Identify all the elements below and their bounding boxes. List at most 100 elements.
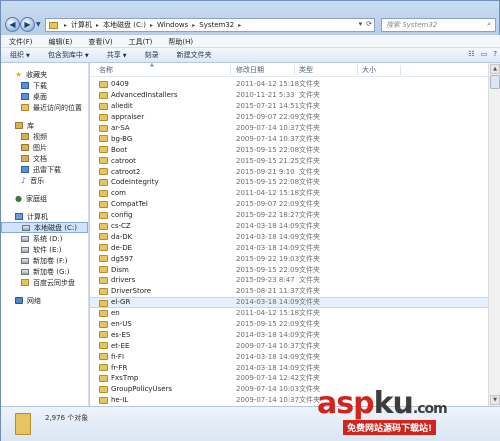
table-row[interactable]: FxsTmp 2009-07-14 12:42 文件夹 — [90, 373, 488, 384]
table-row[interactable]: DriverStore 2015-08-21 11:37 文件夹 — [90, 286, 488, 297]
sidebar-item-desktop[interactable]: 桌面 — [1, 91, 88, 102]
table-row[interactable]: de-DE 2014-03-18 14:09 文件夹 — [90, 242, 488, 253]
sidebar-label: 软件 (E:) — [33, 245, 62, 254]
file-type: 文件夹 — [299, 124, 320, 132]
table-row[interactable]: 0409 2011-04-12 15:18 文件夹 — [90, 79, 488, 90]
table-row[interactable]: Dism 2015-09-15 22:09 文件夹 — [90, 264, 488, 275]
column-divider[interactable] — [230, 65, 231, 75]
breadcrumb-windows[interactable]: Windows — [155, 21, 190, 29]
table-row[interactable]: fr-FR 2014-03-18 14:09 文件夹 — [90, 362, 488, 373]
file-date: 2014-03-18 14:09 — [236, 243, 300, 252]
video-library-icon — [21, 133, 29, 140]
breadcrumb-drive-c[interactable]: 本地磁盘 (C:) — [101, 20, 148, 30]
table-row[interactable]: es-ES 2014-03-18 14:09 文件夹 — [90, 329, 488, 340]
sidebar-item-music[interactable]: ♪ 音乐 — [1, 175, 88, 186]
table-row[interactable]: appraiser 2015-09-07 22:09 文件夹 — [90, 112, 488, 123]
sidebar-item-drive-d[interactable]: 系统 (D:) — [1, 233, 88, 244]
table-row[interactable]: ar-SA 2009-07-14 10:37 文件夹 — [90, 123, 488, 134]
scroll-down-arrow-icon[interactable]: ▼ — [490, 395, 500, 405]
sidebar-item-drive-c[interactable]: 本地磁盘 (C:) — [1, 222, 88, 233]
file-name: da-DK — [111, 232, 133, 241]
sidebar-item-xunlei[interactable]: 迅雷下载 — [1, 164, 88, 175]
preview-pane-icon[interactable]: ▭ — [481, 50, 488, 58]
column-date[interactable]: 修改日期 — [236, 65, 264, 75]
column-name[interactable]: 名称 — [99, 65, 113, 75]
table-row[interactable]: el-GR 2014-03-18 14:09 文件夹 — [90, 296, 488, 308]
sidebar-item-network[interactable]: 网络 — [1, 295, 88, 306]
search-input[interactable]: 搜索 System32 ⌕ — [381, 18, 496, 32]
table-row[interactable]: bg-BG 2009-07-14 10:37 文件夹 — [90, 133, 488, 144]
sidebar-item-baidu-sync[interactable]: 百度云同步盘 — [1, 277, 88, 288]
breadcrumb-system32[interactable]: System32 — [197, 21, 236, 29]
table-row[interactable]: da-DK 2014-03-18 14:09 文件夹 — [90, 231, 488, 242]
drive-icon — [21, 235, 29, 242]
file-type: 文件夹 — [299, 341, 320, 350]
table-row[interactable]: dg597 2015-09-22 19:03 文件夹 — [90, 253, 488, 264]
breadcrumb-computer[interactable]: 计算机 — [69, 20, 94, 30]
desktop-icon — [21, 93, 29, 100]
table-row[interactable]: catroot2 2015-09-21 9:10 文件夹 — [90, 166, 488, 177]
sidebar-item-homegroup[interactable]: ● 家庭组 — [1, 193, 88, 204]
column-divider[interactable] — [400, 65, 401, 75]
address-bar[interactable]: ▸ 计算机 ▸ 本地磁盘 (C:) ▸ Windows ▸ System32 ▸… — [45, 18, 375, 32]
menu-edit[interactable]: 编辑(E) — [41, 35, 81, 47]
sidebar-item-videos[interactable]: 视频 — [1, 131, 88, 142]
sidebar-label: 计算机 — [27, 212, 48, 221]
table-row[interactable]: drivers 2015-09-23 8:47 文件夹 — [90, 275, 488, 286]
menu-view[interactable]: 查看(V) — [80, 35, 120, 47]
file-date: 2009-07-14 12:42 — [236, 374, 300, 383]
refresh-icon[interactable]: ⟳ — [366, 20, 372, 28]
sidebar-label: 系统 (D:) — [33, 234, 63, 243]
sidebar-item-computer[interactable]: 计算机 — [1, 211, 88, 222]
table-row[interactable]: fi-FI 2014-03-18 14:09 文件夹 — [90, 351, 488, 362]
sidebar-item-documents[interactable]: 文档 — [1, 153, 88, 164]
sidebar-item-drive-g[interactable]: 新加卷 (G:) — [1, 266, 88, 277]
table-row[interactable]: AdvancedInstallers 2010-11-21 5:33 文件夹 — [90, 90, 488, 101]
share-button[interactable]: 共享 ▼ — [98, 50, 136, 60]
table-row[interactable]: aliedit 2015-07-21 14:51 文件夹 — [90, 101, 488, 112]
column-divider[interactable] — [357, 65, 358, 75]
scroll-up-arrow-icon[interactable]: ▲ — [490, 64, 500, 74]
folder-icon — [99, 266, 108, 274]
menu-file[interactable]: 文件(F) — [1, 35, 41, 47]
table-row[interactable]: com 2011-04-12 15:18 文件夹 — [90, 188, 488, 199]
table-row[interactable]: cs-CZ 2014-03-18 14:09 文件夹 — [90, 221, 488, 232]
sidebar-item-favorites[interactable]: ★ 收藏夹 — [1, 69, 88, 80]
menu-help[interactable]: 帮助(H) — [160, 35, 201, 47]
back-button[interactable]: ◀ — [5, 17, 20, 32]
address-dropdown-icon[interactable]: ▾ — [359, 20, 363, 28]
sidebar-item-downloads[interactable]: 下载 — [1, 80, 88, 91]
burn-button[interactable]: 刻录 — [136, 50, 168, 60]
file-type: 文件夹 — [299, 145, 320, 154]
column-size[interactable]: 大小 — [362, 65, 376, 75]
table-row[interactable]: et-EE 2009-07-14 10:37 文件夹 — [90, 340, 488, 351]
sidebar-item-drive-e[interactable]: 软件 (E:) — [1, 244, 88, 255]
include-in-library-button[interactable]: 包含到库中 ▼ — [39, 50, 98, 60]
table-row[interactable]: Boot 2015-09-15 22:08 文件夹 — [90, 144, 488, 155]
vertical-scrollbar[interactable]: ▲ ▼ — [488, 63, 500, 406]
table-row[interactable]: config 2015-09-22 18:27 文件夹 — [90, 210, 488, 221]
file-type: 文件夹 — [299, 254, 320, 263]
column-divider[interactable] — [294, 65, 295, 75]
view-options-icon[interactable]: ☷ — [468, 50, 474, 58]
table-row[interactable]: catroot 2015-09-15 21:25 文件夹 — [90, 155, 488, 166]
table-row[interactable]: en 2011-04-12 15:18 文件夹 — [90, 308, 488, 319]
sidebar-item-pictures[interactable]: 图片 — [1, 142, 88, 153]
column-type[interactable]: 类型 — [299, 65, 313, 75]
sidebar-item-drive-f[interactable]: 新加卷 (F:) — [1, 255, 88, 266]
folder-icon — [99, 309, 108, 317]
help-icon[interactable]: ? — [493, 50, 497, 58]
file-type: 文件夹 — [299, 200, 320, 209]
sidebar-item-libraries[interactable]: 库 — [1, 120, 88, 131]
table-row[interactable]: CodeIntegrity 2015-09-15 22:08 文件夹 — [90, 177, 488, 188]
file-type: 文件夹 — [299, 134, 320, 143]
new-folder-button[interactable]: 新建文件夹 — [168, 50, 221, 60]
organize-button[interactable]: 组织 ▼ — [1, 50, 39, 60]
history-dropdown-icon[interactable]: ▼ — [36, 21, 41, 28]
scroll-thumb[interactable] — [490, 75, 500, 89]
sidebar-item-recent[interactable]: 最近访问的位置 — [1, 102, 88, 113]
table-row[interactable]: en-US 2015-09-15 22:09 文件夹 — [90, 319, 488, 330]
forward-button[interactable]: ▶ — [20, 17, 35, 32]
menu-tools[interactable]: 工具(T) — [121, 35, 161, 47]
table-row[interactable]: CompatTel 2015-09-07 22:09 文件夹 — [90, 199, 488, 210]
